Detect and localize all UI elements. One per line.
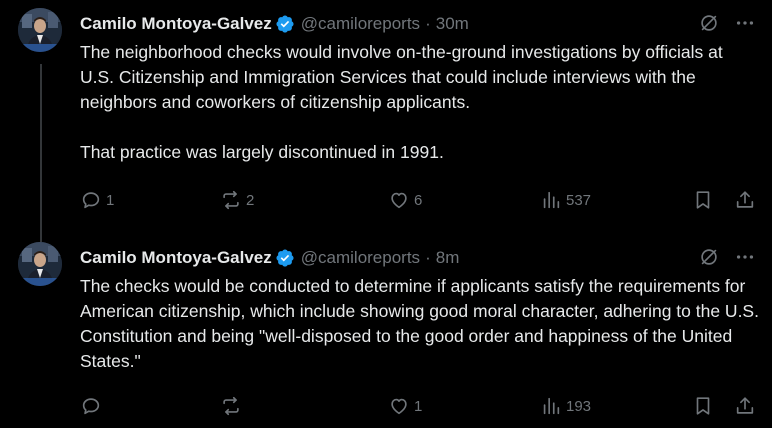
tweet[interactable]: Camilo Montoya-Galvez @camiloreports · 8… xyxy=(0,234,772,428)
tweet[interactable]: Camilo Montoya-Galvez @camiloreports · 3… xyxy=(0,0,772,234)
view-count: 193 xyxy=(566,397,592,415)
author-name[interactable]: Camilo Montoya-Galvez xyxy=(80,248,272,268)
tweet-header: Camilo Montoya-Galvez @camiloreports · 3… xyxy=(80,12,469,36)
avatar[interactable] xyxy=(18,242,62,286)
heart-icon xyxy=(391,398,407,415)
bookmark-icon xyxy=(696,397,710,415)
share-icon xyxy=(736,397,754,414)
like-button[interactable]: 6 xyxy=(388,188,422,212)
avatar[interactable] xyxy=(18,8,62,52)
tweet-text: The neighborhood checks would involve on… xyxy=(80,42,723,162)
timestamp[interactable]: 30m xyxy=(436,14,469,34)
repost-icon xyxy=(223,396,239,416)
bookmark-button[interactable] xyxy=(692,394,714,418)
tweet-action-bar: 1 2 6 537 xyxy=(80,188,756,212)
verified-badge-icon xyxy=(275,14,295,34)
like-count: 6 xyxy=(414,191,423,209)
repost-count: 2 xyxy=(246,191,255,209)
author-handle[interactable]: @camiloreports xyxy=(301,248,420,268)
author-handle[interactable]: @camiloreports xyxy=(301,14,420,34)
tweet-action-bar: 1 193 xyxy=(80,394,756,418)
like-count: 1 xyxy=(414,397,423,415)
reply-button[interactable]: 1 xyxy=(80,188,114,212)
bookmark-icon xyxy=(696,191,710,209)
tweet-text: The checks would be conducted to determi… xyxy=(80,276,759,371)
view-count: 537 xyxy=(566,191,592,209)
views-bar-icon xyxy=(543,397,560,415)
more-dots-icon[interactable] xyxy=(734,12,756,34)
avatar-image xyxy=(18,242,62,286)
reply-icon xyxy=(82,192,100,209)
avatar-image xyxy=(18,8,62,52)
like-button[interactable]: 1 xyxy=(388,394,422,418)
views-bar-icon xyxy=(543,191,560,209)
separator-dot: · xyxy=(425,14,431,33)
views-button[interactable]: 537 xyxy=(540,188,591,212)
reply-button[interactable] xyxy=(80,394,106,418)
repost-button[interactable] xyxy=(220,394,246,418)
bookmark-button[interactable] xyxy=(692,188,714,212)
separator-dot: · xyxy=(425,248,431,267)
more-dots-icon[interactable] xyxy=(734,246,756,268)
views-button[interactable]: 193 xyxy=(540,394,591,418)
repost-icon xyxy=(223,190,239,210)
slashed-circle-icon[interactable] xyxy=(698,246,720,268)
slashed-circle-icon[interactable] xyxy=(698,12,720,34)
verified-badge-icon xyxy=(275,248,295,268)
share-button[interactable] xyxy=(734,188,756,212)
reply-icon xyxy=(82,398,100,415)
share-button[interactable] xyxy=(734,394,756,418)
timestamp[interactable]: 8m xyxy=(436,248,460,268)
reply-count: 1 xyxy=(106,191,115,209)
author-name[interactable]: Camilo Montoya-Galvez xyxy=(80,14,272,34)
tweet-top-actions xyxy=(698,246,756,268)
share-icon xyxy=(736,191,754,208)
repost-button[interactable]: 2 xyxy=(220,188,254,212)
heart-icon xyxy=(391,192,407,209)
tweet-header: Camilo Montoya-Galvez @camiloreports · 8… xyxy=(80,246,459,270)
tweet-top-actions xyxy=(698,12,756,34)
